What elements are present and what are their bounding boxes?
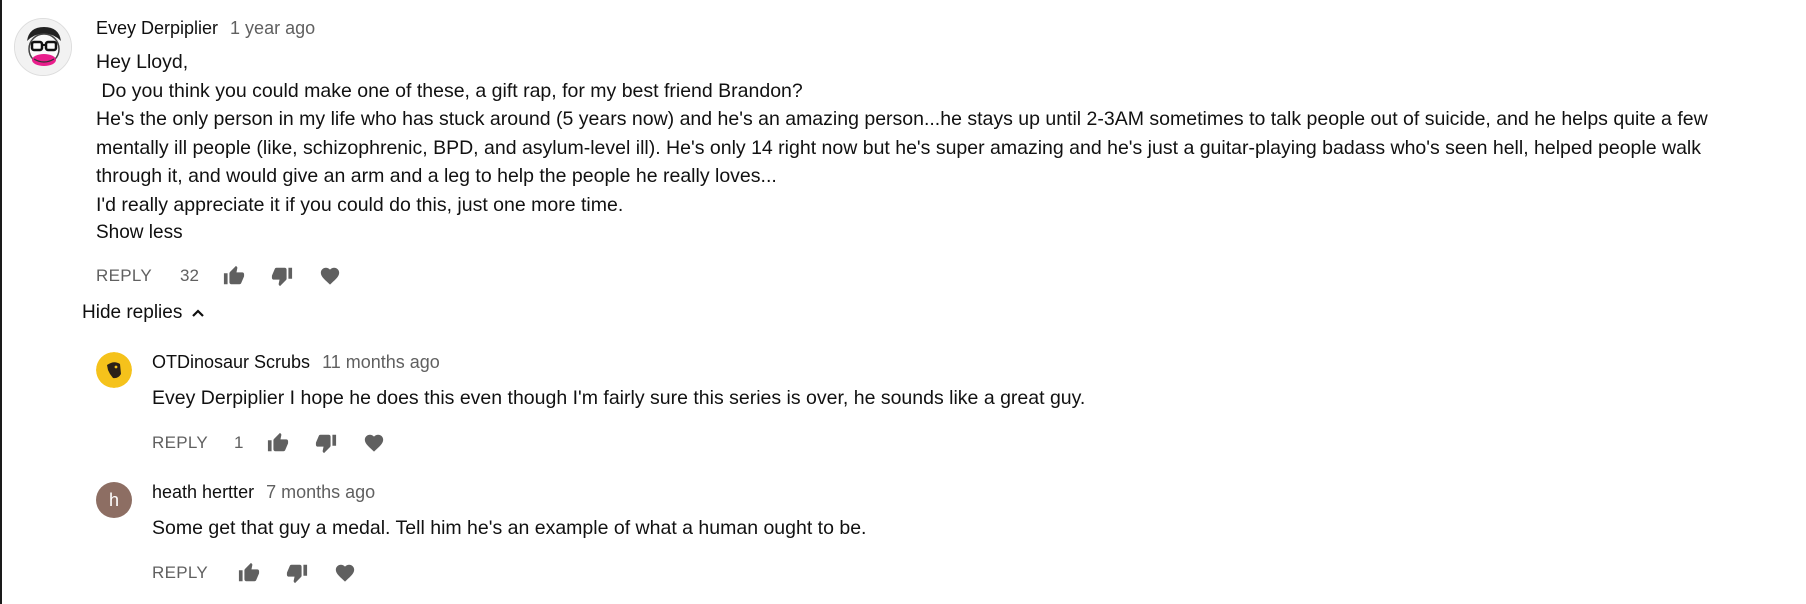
reply-button[interactable]: REPLY [152, 433, 208, 453]
reply-text: Some get that guy a medal. Tell him he's… [152, 514, 866, 543]
comment-actions: REPLY 32 [96, 260, 1794, 292]
thumbs-down-icon[interactable] [269, 263, 295, 289]
comment-header: Evey Derpiplier 1 year ago [96, 18, 1794, 42]
hide-replies-button[interactable]: Hide replies [82, 302, 206, 324]
thumbs-up-icon[interactable] [265, 430, 291, 456]
reply-line: Some get that guy a medal. Tell him he's… [152, 517, 867, 539]
main-comment: Evey Derpiplier 1 year ago Hey Lloyd, Do… [14, 18, 1794, 292]
thumbs-up-icon[interactable] [236, 560, 262, 586]
author-name[interactable]: Evey Derpiplier [96, 18, 218, 39]
reply-item: h heath hertter 7 months ago Some get th… [96, 482, 866, 589]
reply-text: Evey Derpiplier I hope he does this even… [152, 384, 1085, 413]
reply-line: Evey Derpiplier I hope he does this even… [152, 387, 1086, 409]
avatar-letter: h [96, 482, 132, 518]
reply-header: OTDinosaur Scrubs 11 months ago [152, 352, 1085, 376]
comment-line: Hey Lloyd, [96, 51, 189, 73]
reply-item: OTDinosaur Scrubs 11 months ago Evey Der… [96, 352, 1085, 459]
hide-replies-label: Hide replies [82, 302, 183, 323]
author-avatar[interactable] [14, 18, 72, 76]
comment-line: I'd really appreciate it if you could do… [96, 193, 624, 216]
reply-avatar[interactable]: h [96, 482, 132, 518]
heart-icon[interactable] [361, 430, 387, 456]
comment-thread: Evey Derpiplier 1 year ago Hey Lloyd, Do… [14, 18, 1794, 292]
reply-author[interactable]: heath hertter [152, 482, 254, 503]
reply-body: OTDinosaur Scrubs 11 months ago Evey Der… [152, 352, 1085, 459]
reply-button[interactable]: REPLY [152, 563, 208, 583]
show-less-button[interactable]: Show less [96, 222, 1794, 244]
heart-icon[interactable] [332, 560, 358, 586]
reply-header: heath hertter 7 months ago [152, 482, 866, 506]
reply-time[interactable]: 11 months ago [322, 352, 440, 373]
thumbs-down-icon[interactable] [284, 560, 310, 586]
thumbs-down-icon[interactable] [313, 430, 339, 456]
comment-line: mentally ill people (like, schizophrenic… [96, 136, 1701, 159]
thumbs-up-icon[interactable] [221, 263, 247, 289]
comment-line: through it, and would give an arm and a … [96, 165, 777, 188]
chevron-up-icon [192, 309, 205, 317]
comment-text: Hey Lloyd, Do you think you could make o… [96, 48, 1794, 220]
reply-button[interactable]: REPLY [96, 266, 152, 286]
left-border [0, 0, 2, 604]
like-count: 32 [180, 265, 199, 285]
like-count: 1 [234, 432, 244, 452]
comment-time[interactable]: 1 year ago [230, 18, 315, 39]
reply-actions: REPLY 1 [152, 427, 1085, 459]
comment-line: Do you think you could make one of these… [96, 79, 803, 102]
reply-avatar[interactable] [96, 352, 132, 388]
reply-body: heath hertter 7 months ago Some get that… [152, 482, 866, 589]
comment-line: He's the only person in my life who has … [96, 108, 1708, 131]
reply-actions: REPLY [152, 557, 866, 589]
reply-author[interactable]: OTDinosaur Scrubs [152, 352, 310, 373]
reply-time[interactable]: 7 months ago [266, 482, 375, 503]
heart-icon[interactable] [317, 263, 343, 289]
main-comment-body: Evey Derpiplier 1 year ago Hey Lloyd, Do… [96, 18, 1794, 292]
